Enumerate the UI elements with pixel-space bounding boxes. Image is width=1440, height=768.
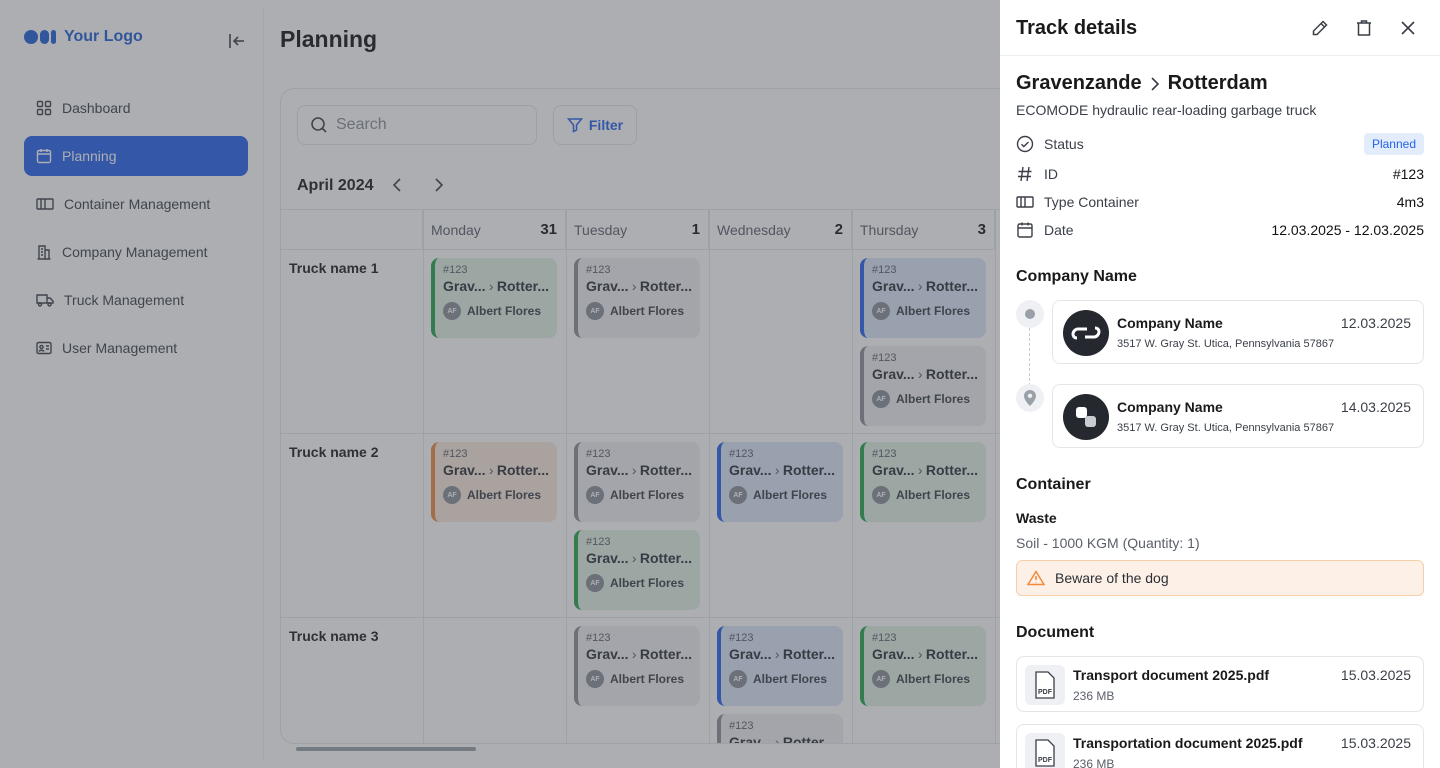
route-from: Gravenzande [1016, 72, 1142, 94]
type-container-row: Type Container 4m3 [1016, 190, 1424, 214]
calendar-icon [1017, 222, 1033, 238]
status-label: Status [1044, 136, 1084, 152]
date-label: Date [1044, 222, 1074, 238]
pdf-file-icon: PDF [1025, 733, 1065, 768]
status-row: Status Planned [1016, 132, 1424, 156]
route-to: Rotterdam [1167, 72, 1268, 94]
document-date: 15.03.2025 [1340, 735, 1411, 751]
warning-banner: Beware of the dog [1016, 560, 1424, 596]
company-date: 14.03.2025 [1340, 399, 1411, 415]
app-root: Your Logo Dashboard Planning Container M… [0, 0, 1440, 768]
date-row: Date 12.03.2025 - 12.03.2025 [1016, 218, 1424, 242]
delete-button[interactable] [1352, 16, 1376, 40]
edit-button[interactable] [1308, 16, 1332, 40]
hash-icon [1018, 166, 1032, 182]
pencil-icon [1312, 20, 1328, 36]
drawer-title: Track details [1016, 17, 1138, 39]
waste-label: Waste [1016, 510, 1057, 526]
truck-description: ECOMODE hydraulic rear-loading garbage t… [1016, 102, 1317, 118]
modal-overlay[interactable] [0, 0, 1000, 768]
chevron-right-icon [1151, 76, 1159, 91]
company-name: Company Name [1117, 315, 1223, 331]
company-name: Company Name [1117, 399, 1223, 415]
company-logo [1063, 394, 1109, 440]
company-address: 3517 W. Gray St. Utica, Pennsylvania 578… [1117, 422, 1335, 434]
document-section-title: Document [1016, 624, 1095, 641]
warning-icon [1027, 570, 1045, 586]
trash-icon [1357, 20, 1371, 36]
check-circle-icon [1016, 135, 1034, 153]
svg-text:PDF: PDF [1038, 689, 1053, 696]
date-value: 12.03.2025 - 12.03.2025 [1271, 222, 1424, 238]
id-row: ID #123 [1016, 162, 1424, 186]
close-icon [1401, 21, 1415, 35]
container-icon [1016, 196, 1034, 208]
location-pin-icon [1016, 384, 1044, 412]
company-logo [1063, 310, 1109, 356]
document-date: 15.03.2025 [1340, 667, 1411, 683]
track-details-drawer: Track details Gravenzande Rotterdam ECOM… [1000, 0, 1440, 768]
type-container-label: Type Container [1044, 194, 1139, 210]
document-item[interactable]: PDF Transportation document 2025.pdf 236… [1016, 724, 1424, 768]
document-name: Transport document 2025.pdf [1073, 667, 1270, 683]
close-button[interactable] [1396, 16, 1420, 40]
company-date: 12.03.2025 [1340, 315, 1411, 331]
warning-text: Beware of the dog [1055, 570, 1169, 586]
document-size: 236 MB [1073, 757, 1115, 768]
company-card[interactable]: Company Name 3517 W. Gray St. Utica, Pen… [1052, 384, 1424, 448]
id-label: ID [1044, 166, 1058, 182]
waste-value: Soil - 1000 KGM (Quantity: 1) [1016, 535, 1200, 551]
pdf-file-icon: PDF [1025, 665, 1065, 705]
route-connector [1029, 328, 1030, 386]
document-item[interactable]: PDF Transport document 2025.pdf 236 MB 1… [1016, 656, 1424, 712]
drawer-header: Track details [1000, 0, 1440, 56]
document-name: Transportation document 2025.pdf [1073, 735, 1303, 751]
status-badge: Planned [1363, 133, 1424, 155]
document-size: 236 MB [1073, 689, 1115, 703]
container-section-title: Container [1016, 476, 1091, 493]
svg-text:PDF: PDF [1038, 757, 1053, 764]
company-section-title: Company Name [1016, 268, 1137, 285]
id-value: #123 [1392, 166, 1424, 182]
company-address: 3517 W. Gray St. Utica, Pennsylvania 578… [1117, 338, 1335, 350]
company-card[interactable]: Company Name 3517 W. Gray St. Utica, Pen… [1052, 300, 1424, 364]
origin-marker [1016, 300, 1044, 328]
type-container-value: 4m3 [1396, 194, 1424, 210]
route-heading: Gravenzande Rotterdam [1016, 72, 1268, 95]
